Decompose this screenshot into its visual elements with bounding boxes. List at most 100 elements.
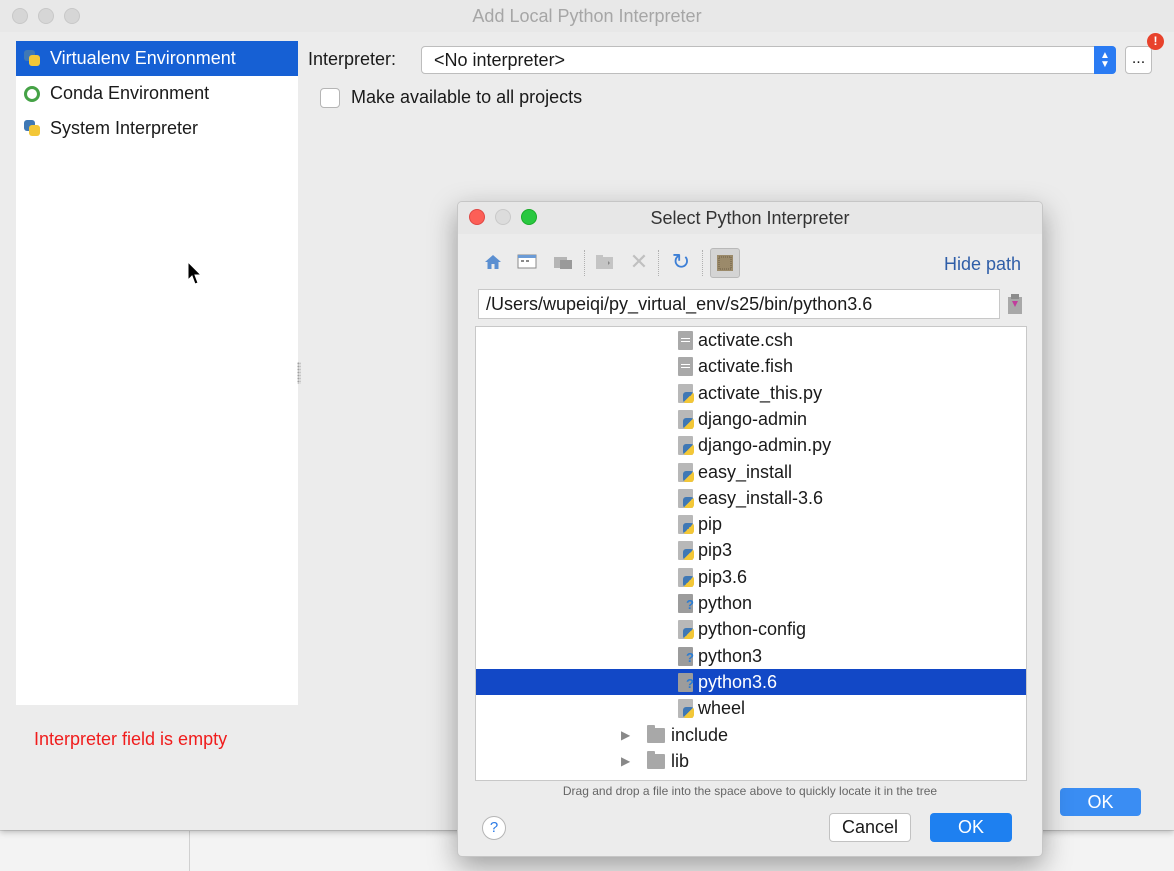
tree-folder-row[interactable]: ▶ include	[476, 722, 1026, 748]
expand-arrow-icon[interactable]: ▶	[621, 722, 630, 748]
unknown-file-icon	[678, 646, 694, 666]
tree-file-row[interactable]: python3	[476, 643, 1026, 669]
show-hidden-icon[interactable]	[710, 248, 740, 278]
make-available-label[interactable]: Make available to all projects	[351, 87, 582, 108]
close-window-button[interactable]	[12, 8, 28, 24]
tree-item-label: activate.csh	[698, 330, 794, 350]
close-dialog-button[interactable]	[469, 209, 485, 225]
tree-item-label: activate_this.py	[698, 382, 823, 403]
text-file-icon	[678, 357, 693, 377]
tree-file-row[interactable]: python3.6	[476, 668, 1026, 695]
unknown-file-icon	[678, 672, 694, 692]
python-icon	[23, 119, 43, 139]
expand-arrow-icon[interactable]: ▶	[621, 748, 630, 774]
dialog-ok-button[interactable]: OK	[930, 813, 1012, 842]
home-icon[interactable]	[482, 251, 504, 273]
folder-icon	[647, 724, 665, 743]
python-file-icon	[678, 462, 694, 482]
interpreter-label: Interpreter:	[308, 49, 397, 69]
tree-file-row[interactable]: python-config	[476, 616, 1026, 642]
python-file-icon	[678, 436, 694, 456]
tree-file-row[interactable]: pip	[476, 511, 1026, 537]
tree-file-row[interactable]: python	[476, 590, 1026, 616]
project-icon[interactable]	[552, 251, 574, 273]
delete-icon[interactable]: ✕	[628, 249, 650, 274]
zoom-window-button[interactable]	[64, 8, 80, 24]
cancel-button[interactable]: Cancel	[829, 813, 911, 842]
tree-file-row[interactable]: activate.fish	[476, 353, 1026, 379]
tree-file-row[interactable]: easy_install-3.6	[476, 485, 1026, 511]
interpreter-select[interactable]: <No interpreter> ▲ ▼	[421, 46, 1116, 74]
drag-drop-hint: Drag and drop a file into the space abov…	[562, 784, 938, 798]
tree-file-row[interactable]: django-admin	[476, 406, 1026, 432]
environment-type-list: Virtualenv Environment Conda Environment…	[16, 41, 298, 705]
browse-button[interactable]: ...	[1125, 46, 1152, 74]
zoom-dialog-button[interactable]	[521, 209, 537, 225]
tree-item-label: django-admin.py	[698, 435, 832, 456]
env-item-label: System Interpreter	[50, 118, 199, 138]
tree-item-label: django-admin	[698, 408, 808, 429]
error-message: Interpreter field is empty	[34, 729, 228, 749]
chevron-updown-icon[interactable]: ▲ ▼	[1094, 46, 1116, 74]
toolbar-separator	[584, 250, 586, 276]
path-history-icon[interactable]	[1006, 292, 1024, 316]
ok-button[interactable]: OK	[1060, 788, 1141, 816]
tree-file-row[interactable]: easy_install	[476, 459, 1026, 485]
refresh-icon[interactable]: ↻	[670, 249, 692, 274]
python-file-icon	[678, 699, 694, 719]
tree-item-label: easy_install	[698, 461, 793, 482]
desktop-icon[interactable]	[516, 251, 538, 273]
make-available-checkbox[interactable]	[320, 88, 340, 108]
python-file-icon	[678, 409, 694, 429]
python-icon	[23, 49, 43, 69]
env-item-virtualenv[interactable]: Virtualenv Environment	[16, 41, 298, 76]
toolbar-separator	[702, 250, 704, 276]
python-file-icon	[678, 488, 694, 508]
file-tree[interactable]: activate.csh activate.fish activate_this.p…	[475, 326, 1027, 781]
tree-item-label: python3	[698, 645, 763, 666]
tree-file-row[interactable]: activate.csh	[476, 327, 1026, 353]
env-item-label: Virtualenv Environment	[50, 48, 236, 68]
new-folder-icon[interactable]	[594, 251, 616, 273]
tree-item-label: python	[698, 593, 753, 613]
warning-icon: !	[1147, 33, 1164, 50]
tree-item-label: pip3.6	[698, 566, 748, 587]
tree-file-row[interactable]: pip3	[476, 537, 1026, 563]
tree-item-label: activate.fish	[698, 356, 794, 377]
tree-item-label: pip	[698, 514, 723, 535]
tree-file-row[interactable]: pip3.6	[476, 564, 1026, 590]
text-file-icon	[678, 331, 693, 350]
tree-item-label: python-config	[698, 619, 807, 640]
tree-file-row[interactable]: django-admin.py	[476, 432, 1026, 458]
window-title: Add Local Python Interpreter	[0, 0, 1174, 32]
tree-item-label: easy_install-3.6	[698, 487, 824, 508]
env-item-system[interactable]: System Interpreter	[16, 111, 298, 146]
tree-item-label: python3.6	[698, 671, 778, 692]
python-file-icon	[678, 515, 694, 535]
tree-folder-row[interactable]: ▶ lib	[476, 748, 1026, 774]
interpreter-select-value: <No interpreter>	[434, 50, 566, 70]
select-interpreter-dialog: Select Python Interpreter ✕ ↻ Hide path …	[457, 201, 1043, 857]
tree-file-row[interactable]: wheel	[476, 695, 1026, 721]
python-file-icon	[678, 541, 694, 561]
python-file-icon	[678, 620, 694, 640]
help-button[interactable]: ?	[482, 816, 506, 840]
splitter-handle[interactable]	[297, 362, 301, 384]
minimize-window-button[interactable]	[38, 8, 54, 24]
tree-item-label: include	[671, 724, 729, 745]
tree-file-row[interactable]: activate_this.py	[476, 380, 1026, 406]
folder-icon	[647, 750, 665, 769]
toolbar-separator	[658, 250, 660, 276]
env-item-conda[interactable]: Conda Environment	[16, 76, 298, 111]
tree-item-label: wheel	[698, 698, 746, 719]
unknown-file-icon	[678, 594, 694, 613]
conda-icon	[23, 84, 43, 104]
mouse-cursor-icon	[187, 261, 203, 285]
minimize-dialog-button[interactable]	[495, 209, 511, 225]
python-file-icon	[678, 383, 694, 403]
tree-item-label: pip3	[698, 540, 733, 561]
hide-path-link[interactable]: Hide path	[944, 254, 1021, 275]
path-input[interactable]: /Users/wupeiqi/py_virtual_env/s25/bin/py…	[478, 289, 1000, 319]
python-file-icon	[678, 567, 694, 587]
dialog-title: Select Python Interpreter	[458, 202, 1042, 234]
